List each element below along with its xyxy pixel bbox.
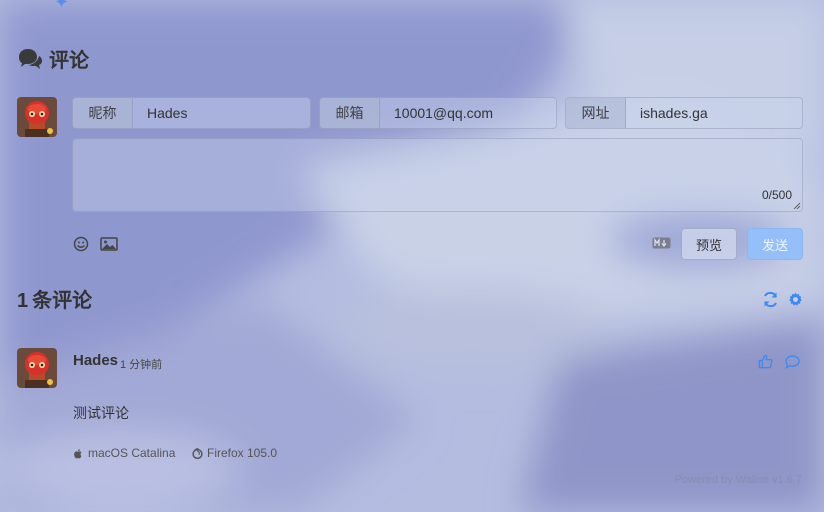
preview-button[interactable]: 预览	[681, 228, 737, 260]
powered-by-brand[interactable]: Waline	[736, 474, 769, 486]
reply-icon[interactable]	[785, 355, 800, 369]
avatar	[17, 97, 57, 137]
resize-handle-icon[interactable]	[793, 202, 801, 210]
nick-field: 昵称 Hades	[72, 97, 311, 129]
thumbs-up-icon[interactable]	[758, 354, 773, 369]
comment-os-text: macOS Catalina	[88, 446, 176, 460]
section-title: 评论	[17, 44, 89, 73]
email-label: 邮箱	[320, 98, 380, 128]
comment-count: 1 条评论	[17, 284, 92, 313]
comment-text: 测试评论	[73, 405, 129, 421]
nick-label: 昵称	[73, 98, 133, 128]
powered-by-text: Powered by	[674, 474, 733, 486]
powered-by-version: v1.6.7	[772, 474, 802, 486]
comment-browser-text: Firefox 105.0	[207, 446, 278, 460]
email-field: 邮箱 10001@qq.com	[319, 97, 557, 129]
comment-browser: Firefox 105.0	[192, 446, 277, 460]
comment-count-number: 1	[17, 290, 29, 312]
website-input[interactable]: ishades.ga	[626, 98, 802, 128]
comment-count-label: 条评论	[32, 290, 93, 312]
emoji-icon[interactable]	[73, 236, 89, 252]
logo-icon: ✦	[54, 0, 70, 12]
image-icon[interactable]	[100, 237, 118, 251]
send-button[interactable]: 发送	[747, 228, 803, 260]
comments-icon	[19, 48, 42, 69]
comment-textarea[interactable]: 0/500	[72, 138, 803, 212]
markdown-icon[interactable]	[652, 237, 671, 249]
comment-author[interactable]: Hades	[73, 352, 118, 369]
website-label: 网址	[566, 98, 626, 128]
comment-avatar	[17, 348, 57, 388]
website-field: 网址 ishades.ga	[565, 97, 803, 129]
refresh-icon[interactable]	[762, 291, 779, 308]
comment-time: 1 分钟前	[120, 359, 163, 371]
section-title-text: 评论	[49, 50, 89, 72]
email-input[interactable]: 10001@qq.com	[380, 98, 556, 128]
comment-os: macOS Catalina	[73, 446, 175, 460]
apple-icon	[74, 448, 82, 458]
word-counter: 0/500	[761, 188, 792, 202]
powered-by: Powered by Waline v1.6.7	[675, 474, 802, 486]
firefox-icon	[192, 447, 203, 459]
nick-input[interactable]: Hades	[133, 98, 310, 128]
gear-icon[interactable]	[788, 292, 803, 307]
